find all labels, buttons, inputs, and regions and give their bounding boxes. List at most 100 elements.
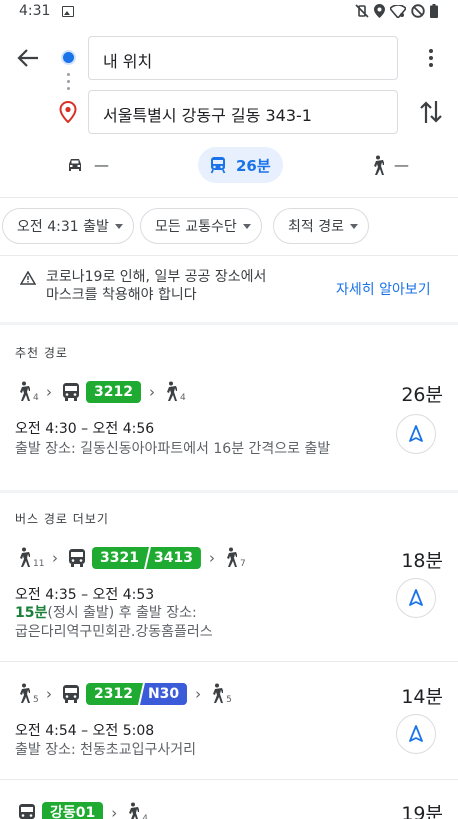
mode-transit-value: 26분 [236,156,271,175]
route-2-steps[interactable]: 11 › 3321 3413 › 7 [16,545,246,571]
destination-pin-icon [59,101,77,123]
learn-more-link[interactable]: 자세히 알아보기 [336,279,431,299]
walk-step-icon: 5 [209,683,232,705]
mode-car-tab[interactable]: — [66,147,109,183]
section-divider [0,322,458,325]
walk-step-icon: 7 [223,547,246,569]
bus-number-badge: 2312 [86,683,143,705]
bus-number-badge: 3212 [86,381,141,403]
covid-notice: 코로나19로 인해, 일부 공공 장소에서 마스크를 착용해야 합니다 [46,268,306,304]
chevron-right-icon: › [208,549,215,567]
walk-minutes: 5 [226,695,232,705]
divider [0,197,458,198]
navigation-arrow-icon [409,425,423,442]
transit-icon [210,157,226,174]
wait-time: 15분 [15,605,48,621]
divider [0,779,458,780]
status-time: 4:31 [19,3,51,19]
wifi-icon [390,4,406,18]
image-notification-icon [62,6,74,17]
walk-minutes: 7 [239,559,246,569]
divider [0,255,458,256]
start-navigation-button[interactable] [396,714,436,754]
notice-line-2: 마스크를 착용해야 합니다 [46,287,197,303]
destination-input[interactable]: 서울특별시 강동구 길동 343-1 [88,90,398,134]
walk-minutes: 4 [33,393,39,403]
route-duration: 14분 [401,686,443,708]
route-detail-line-2: 굽은다리역구민회관.강동홈플러스 [15,624,213,640]
chevron-right-icon: › [195,685,202,703]
mode-car-value: — [94,156,109,174]
car-icon [69,159,81,171]
status-bar: 4:31 [0,0,458,24]
walk-step-icon: 11 [16,547,44,569]
bus-number-badge: 강동01 [42,802,104,819]
walk-step-icon: 4 [16,381,39,403]
walk-minutes: 4 [142,814,148,819]
origin-input[interactable]: 내 위치 [88,36,398,80]
status-icons [355,4,438,18]
chip-label: 오전 4:31 출발 [17,219,109,235]
bus-number-badge: 3321 [92,547,149,569]
bus-number-badge: 3413 [145,547,201,569]
location-icon [374,4,385,18]
chip-label: 최적 경로 [288,219,344,235]
walk-minutes: 11 [33,559,45,569]
bus-number-badge: N30 [139,683,188,705]
walk-step-icon: 4 [163,381,186,403]
chevron-right-icon: › [111,804,118,819]
notice-line-1: 코로나19로 인해, 일부 공공 장소에서 [46,269,267,285]
chevron-right-icon: › [46,685,52,703]
chevron-right-icon: › [148,383,155,401]
mode-transit-tab[interactable]: 26분 [198,147,283,183]
route-4-steps[interactable]: 강동01 › 4 [16,800,148,819]
dropdown-caret-icon [349,223,358,229]
origin-dot-icon [61,50,76,65]
mode-walk-value: — [394,156,409,174]
walk-step-icon: 4 [125,802,148,819]
bus-icon [63,685,79,703]
route-times: 오전 4:54 – 오전 5:08 [15,723,155,739]
chevron-right-icon: › [46,383,52,401]
walk-step-icon: 5 [16,683,39,705]
route-dots [67,73,70,94]
more-options-button[interactable] [421,44,441,72]
more-routes-title: 버스 경로 더보기 [15,512,109,526]
route-duration: 19분 [401,803,443,819]
transit-mode-chip[interactable]: 모든 교통수단 [140,208,262,244]
bus-badge-group: 3321 3413 [92,547,201,569]
walk-icon [374,155,384,175]
mode-walk-tab[interactable]: — [370,147,409,183]
departure-time-chip[interactable]: 오전 4:31 출발 [2,208,134,244]
route-detail: 출발 장소: 천동초교입구사거리 [15,742,197,758]
battery-icon [430,4,438,18]
route-duration: 18분 [401,550,443,572]
route-times: 오전 4:30 – 오전 4:56 [15,421,155,437]
warning-icon [20,271,36,285]
bus-badge-group: 2312 N30 [86,683,188,705]
navigation-arrow-icon [409,589,423,606]
start-navigation-button[interactable] [396,414,436,454]
route-detail: 출발 장소: 길동신동아아파트에서 16분 간격으로 출발 [15,441,331,457]
route-times: 오전 4:35 – 오전 4:53 [15,587,155,603]
recommended-routes-title: 추천 경로 [15,346,68,360]
vibrate-off-icon [355,4,369,18]
route-detail: 15분(정시 출발) 후 출발 장소: 굽은다리역구민회관.강동홈플러스 [15,604,213,642]
navigation-arrow-icon [409,725,423,742]
bus-icon [63,383,79,401]
route-duration: 26분 [401,384,443,406]
back-button[interactable] [14,44,42,72]
back-arrow-icon [17,49,38,67]
walk-minutes: 4 [179,393,186,403]
route-detail-text: (정시 출발) 후 출발 장소: [47,605,197,621]
walk-minutes: 5 [33,695,39,705]
dropdown-caret-icon [114,223,123,229]
start-navigation-button[interactable] [396,578,436,618]
route-preference-chip[interactable]: 최적 경로 [273,208,369,244]
route-3-steps[interactable]: 5 › 2312 N30 › 5 [16,681,232,707]
dropdown-caret-icon [242,223,251,229]
swap-directions-button[interactable] [417,97,445,127]
section-divider [0,490,458,493]
bus-icon [69,549,85,567]
route-1-steps[interactable]: 4 › 3212 › 4 [16,379,186,405]
